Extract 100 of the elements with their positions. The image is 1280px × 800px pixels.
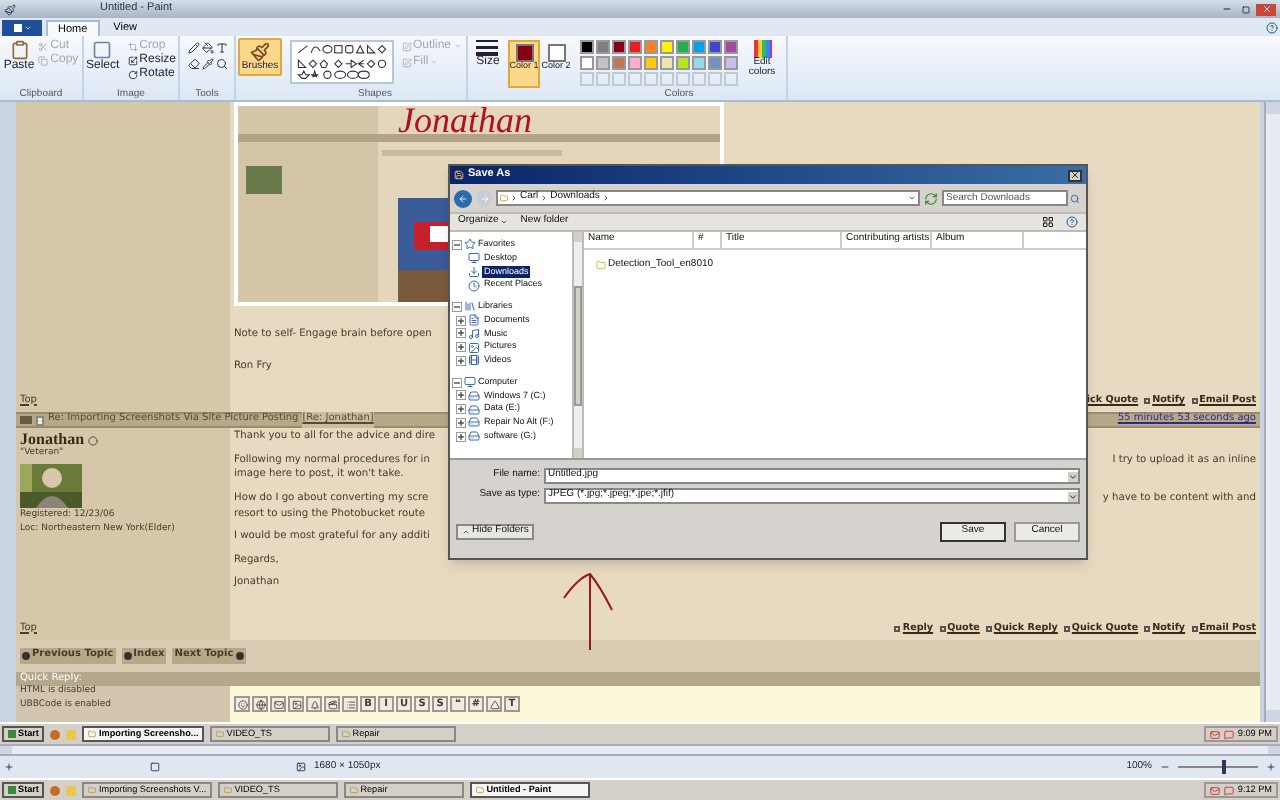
magnifier-icon[interactable] — [216, 58, 228, 70]
expander-icon[interactable] — [456, 417, 466, 428]
save-icon — [454, 170, 464, 180]
expander-icon[interactable] — [456, 355, 466, 366]
palette-swatch[interactable] — [676, 56, 690, 70]
paint-bucket-icon[interactable] — [202, 42, 214, 54]
expander-icon[interactable] — [456, 342, 466, 353]
minimize-icon — [1222, 4, 1232, 14]
text-icon[interactable] — [216, 42, 228, 54]
toolbar-button[interactable] — [252, 696, 268, 712]
brush-icon — [250, 42, 270, 62]
link-icon — [1063, 625, 1070, 632]
empty-swatch[interactable] — [580, 72, 594, 86]
palette-swatch[interactable] — [692, 40, 706, 54]
empty-swatch[interactable] — [660, 72, 674, 86]
monitor-icon — [464, 376, 476, 389]
app-menu-button[interactable] — [2, 20, 42, 36]
windows-logo — [8, 730, 16, 738]
palette-swatch[interactable] — [644, 40, 658, 54]
chat-icon — [1223, 785, 1234, 795]
palette-swatch[interactable] — [724, 40, 738, 54]
expander-icon[interactable] — [456, 315, 466, 326]
empty-swatch[interactable] — [676, 72, 690, 86]
resize-icon — [127, 55, 138, 65]
folder-icon — [88, 786, 97, 794]
empty-swatch[interactable] — [692, 72, 706, 86]
document-icon — [13, 24, 21, 32]
toolbar-button[interactable] — [270, 696, 286, 712]
palette-swatch[interactable] — [580, 40, 594, 54]
link-icon — [1144, 397, 1151, 404]
expander-icon[interactable] — [456, 390, 466, 401]
arrow-left-icon — [458, 193, 468, 203]
expander-icon[interactable] — [456, 431, 466, 442]
caret-icon — [1068, 491, 1078, 501]
pen-icon — [401, 41, 411, 51]
pen-icon — [401, 57, 411, 67]
close-button[interactable] — [1068, 169, 1082, 181]
palette-swatch[interactable] — [580, 56, 594, 70]
clipboard-icon — [9, 40, 29, 60]
empty-swatch[interactable] — [724, 72, 738, 86]
empty-swatch[interactable] — [644, 72, 658, 86]
expander-icon[interactable] — [452, 239, 462, 250]
palette-swatch[interactable] — [628, 40, 642, 54]
app-icon — [4, 3, 16, 15]
folder-icon — [342, 730, 351, 738]
palette-swatch[interactable] — [612, 40, 626, 54]
palette-swatch[interactable] — [628, 56, 642, 70]
mail-icon — [1209, 729, 1220, 739]
pencil-icon[interactable] — [188, 42, 200, 54]
empty-swatch[interactable] — [596, 72, 610, 86]
toolbar-button[interactable] — [288, 696, 304, 712]
library-icon — [464, 300, 476, 313]
selection-icon — [92, 40, 113, 60]
palette-swatch[interactable] — [708, 40, 722, 54]
palette-swatch[interactable] — [660, 40, 674, 54]
empty-swatch[interactable] — [708, 72, 722, 86]
bullet-icon — [22, 652, 30, 660]
chat-icon — [1223, 729, 1234, 739]
palette-swatch[interactable] — [676, 40, 690, 54]
list-icon — [345, 699, 355, 709]
toolbar-button[interactable] — [306, 696, 322, 712]
palette-swatch[interactable] — [692, 56, 706, 70]
maximize-button[interactable] — [1238, 3, 1252, 15]
palette-swatch[interactable] — [644, 56, 658, 70]
mail-icon — [1209, 785, 1220, 795]
empty-swatch[interactable] — [628, 72, 642, 86]
back-button[interactable] — [454, 189, 472, 207]
link-icon — [1191, 625, 1198, 632]
eraser-icon[interactable] — [188, 58, 200, 70]
toolbar-button[interactable] — [234, 696, 250, 712]
help-icon[interactable] — [1266, 22, 1278, 34]
windows-logo — [8, 786, 16, 794]
close-button[interactable] — [1256, 3, 1276, 15]
minimize-button[interactable] — [1220, 3, 1234, 15]
expander-icon[interactable] — [452, 377, 462, 388]
link-icon — [985, 625, 992, 632]
expander-icon[interactable] — [456, 404, 466, 415]
folder-icon — [216, 730, 225, 738]
palette-swatch[interactable] — [612, 56, 626, 70]
expander-icon[interactable] — [456, 328, 466, 339]
zoom-out-icon[interactable] — [1160, 762, 1170, 772]
palette-swatch[interactable] — [660, 56, 674, 70]
selection-size-icon — [150, 762, 160, 772]
expander-icon[interactable] — [452, 301, 462, 312]
palette-swatch[interactable] — [596, 56, 610, 70]
palette-swatch[interactable] — [708, 56, 722, 70]
toolbar-button[interactable] — [486, 696, 502, 712]
clapperboard-icon — [327, 699, 337, 709]
empty-swatch[interactable] — [612, 72, 626, 86]
zoom-in-icon[interactable] — [1266, 762, 1276, 772]
forward-button[interactable] — [476, 190, 492, 206]
palette-swatch[interactable] — [596, 40, 610, 54]
palette-swatch[interactable] — [724, 56, 738, 70]
shape-gallery[interactable] — [289, 40, 393, 84]
author-name: Jonathan — [20, 432, 85, 448]
envelope-icon — [273, 699, 283, 709]
color-picker-icon[interactable] — [202, 58, 214, 70]
smiley-icon — [237, 699, 247, 709]
caret-icon — [1068, 471, 1078, 481]
toolbar-button[interactable] — [324, 696, 340, 712]
